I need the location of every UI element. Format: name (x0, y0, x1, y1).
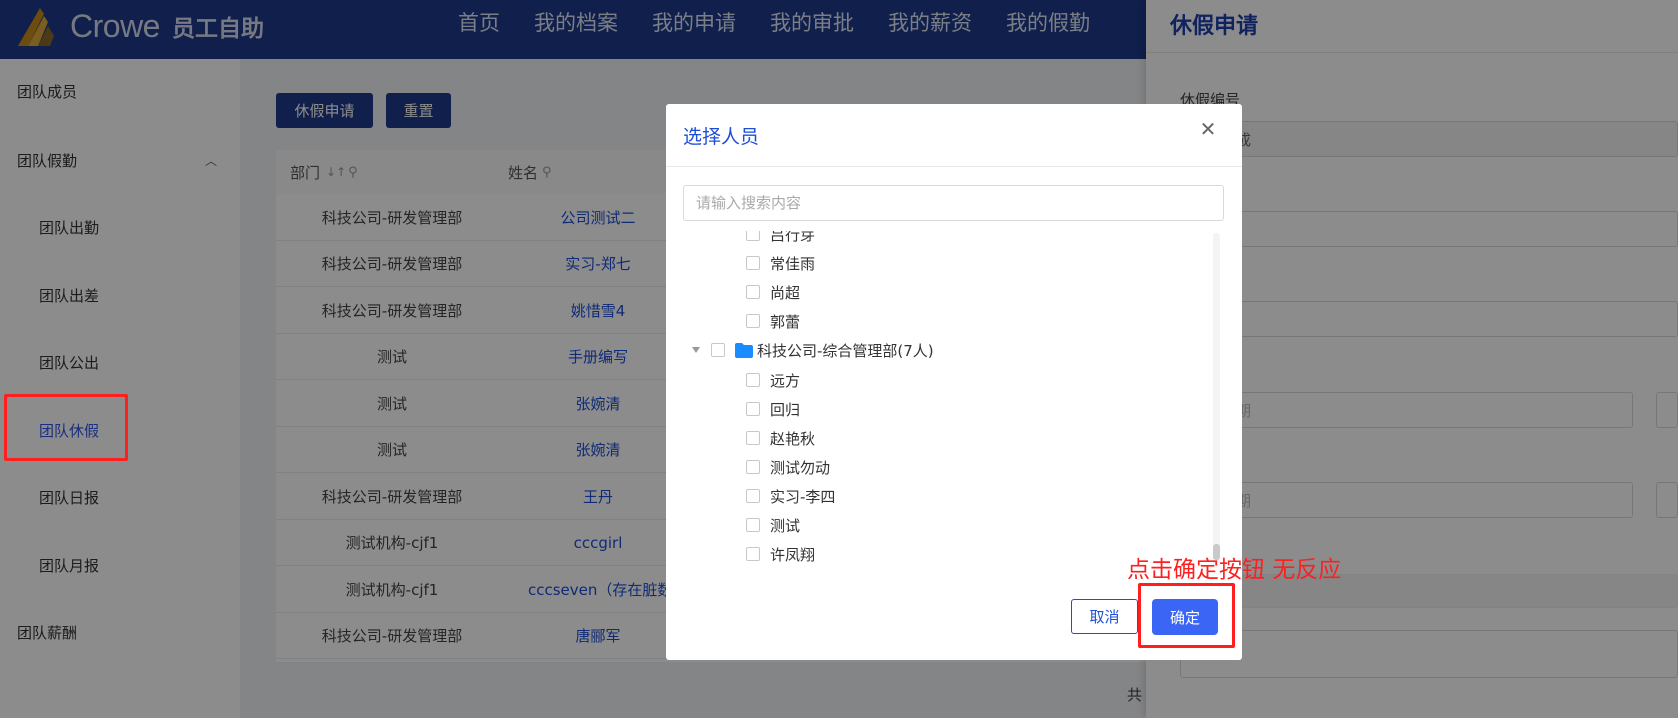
tree-node[interactable]: 测试 (746, 512, 800, 538)
tree-node-label: 郭蕾 (770, 312, 801, 331)
tree-node-label: 吕行芽 (770, 231, 816, 244)
tree-node[interactable]: 赵艳秋 (746, 425, 815, 451)
checkbox[interactable] (711, 343, 725, 357)
annotation-text: 点击确定按钮 无反应 (1127, 557, 1342, 583)
tree-node-label: 科技公司-综合管理部(7人) (757, 341, 934, 360)
checkbox[interactable] (746, 373, 760, 387)
tree-node-label: 赵艳秋 (770, 429, 816, 448)
modal-title: 选择人员 (683, 126, 760, 148)
tree-node-label: 常佳雨 (770, 254, 816, 273)
tree-node-label: 测试 (770, 516, 801, 535)
cancel-button[interactable]: 取消 (1071, 599, 1138, 634)
checkbox[interactable] (746, 285, 760, 299)
tree-node[interactable]: 实习-李四 (746, 483, 835, 509)
checkbox[interactable] (746, 489, 760, 503)
annotation-highlight-sidebar (4, 394, 128, 461)
checkbox[interactable] (746, 460, 760, 474)
tree-node[interactable]: 尚超 (746, 279, 800, 305)
checkbox[interactable] (746, 547, 760, 561)
close-icon[interactable]: ✕ (1197, 117, 1219, 141)
tree-node-label: 回归 (770, 400, 801, 419)
tree-folder-node[interactable]: 科技公司-综合管理部(7人) (692, 337, 934, 363)
search-input[interactable] (683, 185, 1224, 221)
divider (666, 166, 1242, 167)
tree-node-label: 许凤翔 (770, 545, 816, 564)
tree-node[interactable]: 许凤翔 (746, 541, 815, 567)
tree-scrollbar[interactable] (1213, 233, 1220, 568)
folder-icon (735, 342, 753, 358)
tree-node[interactable]: 远方 (746, 367, 800, 393)
tree-node-label: 远方 (770, 371, 801, 390)
tree-node-label: 实习-李四 (770, 487, 836, 506)
caret-down-icon[interactable] (692, 347, 700, 353)
tree-node[interactable]: 郭蕾 (746, 308, 800, 334)
checkbox[interactable] (746, 256, 760, 270)
tree-node-label: 测试勿动 (770, 458, 831, 477)
annotation-highlight-confirm (1138, 583, 1235, 648)
tree-node-label: 尚超 (770, 283, 801, 302)
tree-node[interactable]: 常佳雨 (746, 250, 815, 276)
tree-node[interactable]: 吕行芽 (746, 231, 815, 247)
tree-node[interactable]: 测试勿动 (746, 454, 830, 480)
checkbox[interactable] (746, 518, 760, 532)
tree-node[interactable]: 回归 (746, 396, 800, 422)
checkbox[interactable] (746, 402, 760, 416)
person-tree: 吕行芽 常佳雨 尚超 郭蕾 科技公司-综合管理部(7人) 远方 回归 赵艳秋 测… (683, 231, 1223, 571)
checkbox[interactable] (746, 431, 760, 445)
checkbox[interactable] (746, 314, 760, 328)
checkbox[interactable] (746, 231, 760, 241)
